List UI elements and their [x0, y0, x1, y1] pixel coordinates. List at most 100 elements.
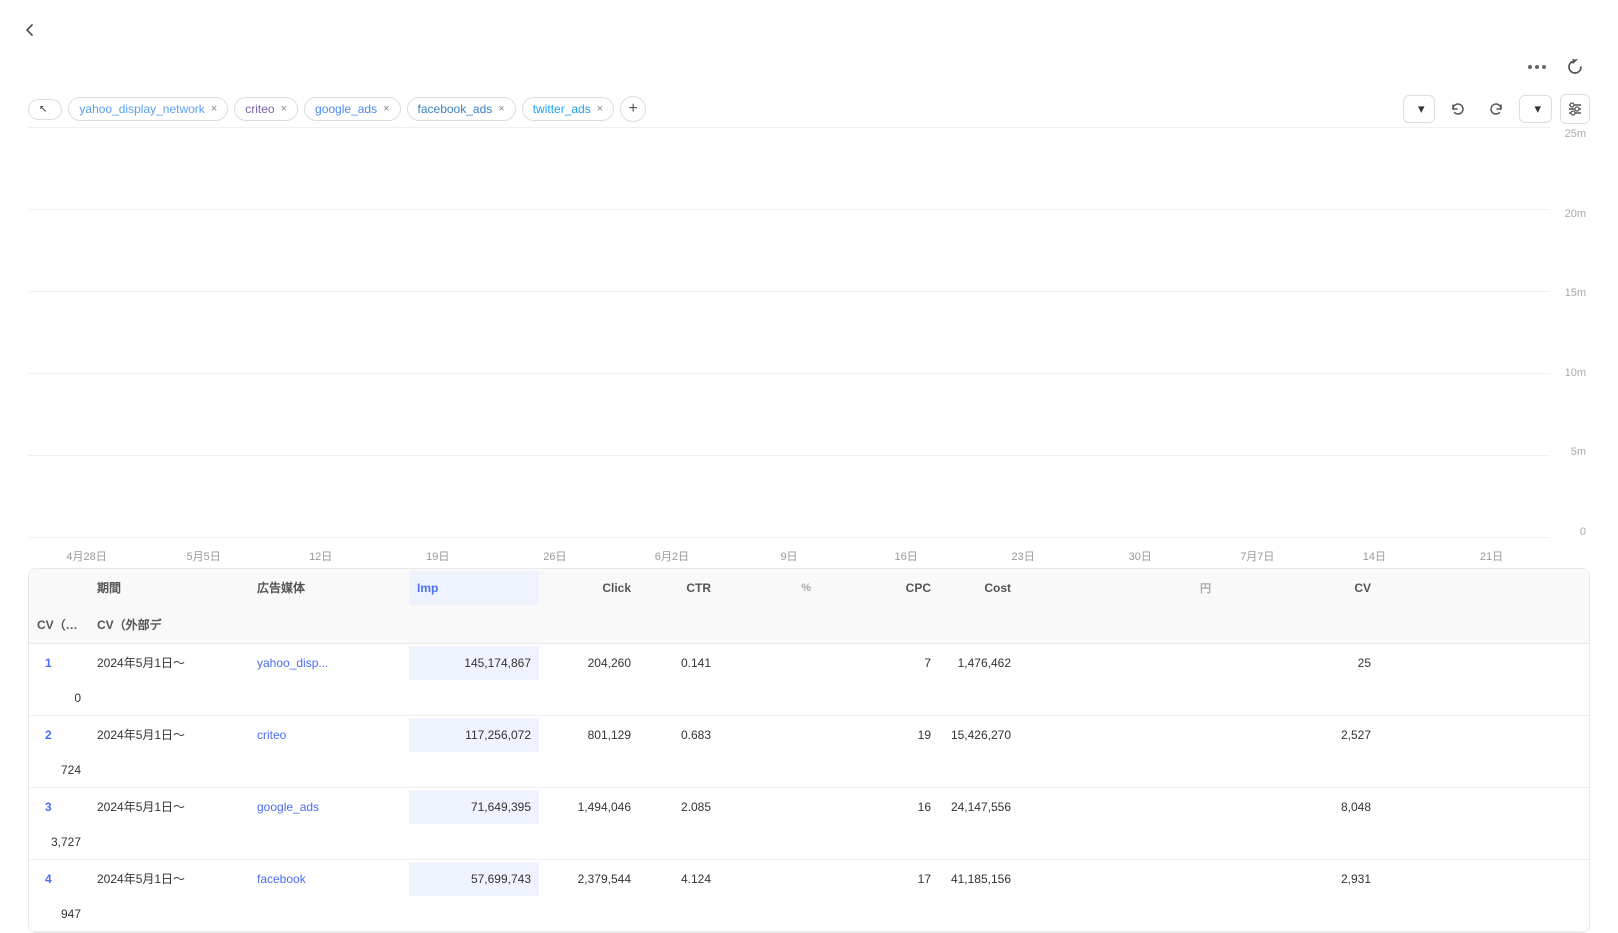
filter-tag-twitter[interactable]: twitter_ads × [522, 97, 614, 121]
x-axis-label: 7月7日 [1199, 548, 1316, 568]
date-chevron-icon: ▾ [1534, 101, 1541, 117]
filter-tag-facebook-close[interactable]: × [498, 103, 504, 115]
td-imp: 117,256,072 [409, 718, 539, 752]
y-label-20m: 20m [1565, 208, 1586, 220]
filter-tag-yahoo-label: yahoo_display_network [79, 102, 204, 116]
filter-tag-google[interactable]: google_ads × [304, 97, 401, 121]
metric-dropdown[interactable]: ▾ [1403, 95, 1436, 123]
td-cv-karte: 724 [29, 753, 89, 787]
td-imp: 71,649,395 [409, 790, 539, 824]
y-label-25m: 25m [1565, 128, 1586, 140]
td-click: 204,260 [539, 646, 639, 680]
filter-tags: ↖ yahoo_display_network × criteo × googl… [28, 96, 646, 122]
table-body: 1 2024年5月1日～ yahoo_disp... 145,174,867 2… [29, 644, 1589, 932]
filter-tag-criteo-close[interactable]: × [281, 103, 287, 115]
metric-chevron-icon: ▾ [1418, 101, 1425, 117]
td-cost: 24,147,556 [939, 790, 1019, 824]
td-num: 3 [29, 790, 89, 824]
td-period: 2024年5月1日～ [89, 716, 249, 753]
redo-button[interactable] [1481, 94, 1511, 124]
y-label-10m: 10m [1565, 367, 1586, 379]
table-row[interactable]: 3 2024年5月1日～ google_ads 71,649,395 1,494… [29, 788, 1589, 860]
x-axis-label: 21日 [1433, 548, 1550, 568]
th-cost-unit: 円 [1019, 570, 1219, 606]
td-period: 2024年5月1日～ [89, 788, 249, 825]
undo-button[interactable] [1443, 94, 1473, 124]
x-axis-label: 19日 [379, 548, 496, 568]
filter-tag-twitter-close[interactable]: × [597, 103, 603, 115]
filter-tag-yahoo-close[interactable]: × [211, 103, 217, 115]
td-cost: 15,426,270 [939, 718, 1019, 752]
th-period: 期間 [89, 569, 249, 606]
td-ctr-unit [719, 869, 819, 889]
x-axis-label: 16日 [848, 548, 965, 568]
td-cv: 25 [1219, 646, 1379, 680]
td-cost: 41,185,156 [939, 862, 1019, 896]
td-media: yahoo_disp... [249, 646, 409, 680]
x-axis-label: 9日 [730, 548, 847, 568]
td-media: facebook [249, 862, 409, 896]
back-button[interactable] [16, 16, 44, 44]
x-axis-label: 12日 [262, 548, 379, 568]
td-imp: 57,699,743 [409, 862, 539, 896]
td-cv-karte: 0 [29, 681, 89, 715]
td-ctr-unit [719, 653, 819, 673]
td-ctr: 4.124 [639, 862, 719, 896]
filter-tag-google-close[interactable]: × [383, 103, 389, 115]
td-cv: 8,048 [1219, 790, 1379, 824]
th-cv-karte[interactable]: CV（KARTEイベント） [29, 606, 89, 643]
filter-all-tag[interactable]: ↖ [28, 99, 62, 120]
td-num: 4 [29, 862, 89, 896]
td-cost-unit [1019, 653, 1219, 673]
filter-settings-button[interactable] [1560, 94, 1590, 124]
td-ctr: 0.141 [639, 646, 719, 680]
refresh-button[interactable] [1560, 52, 1590, 82]
y-label-0: 0 [1580, 526, 1586, 538]
td-click: 1,494,046 [539, 790, 639, 824]
td-num: 1 [29, 646, 89, 680]
filter-tag-criteo-label: criteo [245, 102, 274, 116]
filter-bar: ↖ yahoo_display_network × criteo × googl… [0, 94, 1618, 124]
table-row[interactable]: 1 2024年5月1日～ yahoo_disp... 145,174,867 2… [29, 644, 1589, 716]
filter-right: ▾ ▾ [1403, 94, 1590, 124]
filter-tag-google-label: google_ads [315, 102, 377, 116]
more-button[interactable] [1522, 52, 1552, 82]
td-ctr: 0.683 [639, 718, 719, 752]
td-ctr-unit [719, 725, 819, 745]
td-cost: 1,476,462 [939, 646, 1019, 680]
td-num: 2 [29, 718, 89, 752]
td-cv-karte: 3,727 [29, 825, 89, 859]
td-period: 2024年5月1日～ [89, 860, 249, 897]
x-axis-label: 5月5日 [145, 548, 262, 568]
th-cv-ext[interactable]: CV（外部デ [89, 606, 249, 643]
th-cpc[interactable]: CPC [819, 571, 939, 605]
date-dropdown[interactable]: ▾ [1519, 95, 1552, 123]
th-ctr[interactable]: CTR [639, 571, 719, 605]
th-ctr-unit: % [719, 572, 819, 604]
filter-tag-facebook-label: facebook_ads [418, 102, 493, 116]
th-imp[interactable]: Imp [409, 571, 539, 605]
x-axis-label: 4月28日 [28, 548, 145, 568]
filter-tag-yahoo[interactable]: yahoo_display_network × [68, 97, 228, 121]
td-cv-ext [89, 760, 249, 780]
bars-container [28, 128, 1550, 538]
th-click[interactable]: Click [539, 571, 639, 605]
table-row[interactable]: 2 2024年5月1日～ criteo 117,256,072 801,129 … [29, 716, 1589, 788]
td-cpc: 17 [819, 862, 939, 896]
td-imp: 145,174,867 [409, 646, 539, 680]
td-cv-ext [89, 832, 249, 852]
filter-tag-facebook[interactable]: facebook_ads × [407, 97, 516, 121]
td-cpc: 16 [819, 790, 939, 824]
x-axis-label: 26日 [496, 548, 613, 568]
th-cv[interactable]: CV [1219, 571, 1379, 605]
chart-area: 25m 20m 15m 10m 5m 0 4月28日5月5日12日19日26日6… [28, 128, 1590, 568]
td-ctr-unit [719, 797, 819, 817]
y-axis-labels: 25m 20m 15m 10m 5m 0 [1565, 128, 1590, 538]
table-row[interactable]: 4 2024年5月1日～ facebook 57,699,743 2,379,5… [29, 860, 1589, 932]
filter-tag-criteo[interactable]: criteo × [234, 97, 298, 121]
add-filter-button[interactable]: + [620, 96, 646, 122]
td-ctr: 2.085 [639, 790, 719, 824]
td-cv-karte: 947 [29, 897, 89, 931]
th-cost[interactable]: Cost [939, 571, 1019, 605]
x-axis-label: 30日 [1082, 548, 1199, 568]
